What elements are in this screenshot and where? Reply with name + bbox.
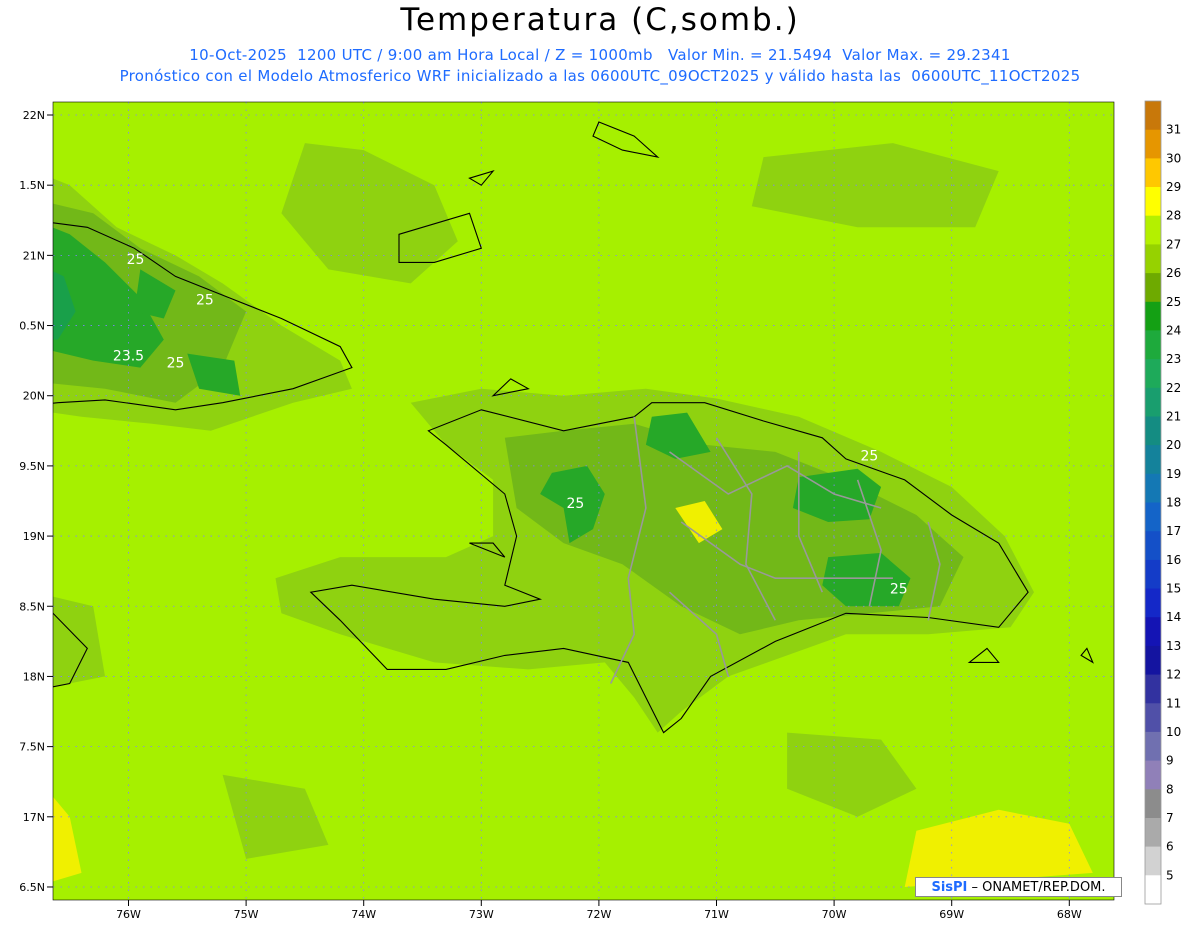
colorbar-level: 12 xyxy=(1166,668,1181,682)
colorbar-swatch xyxy=(1145,416,1161,446)
colorbar-swatch xyxy=(1145,330,1161,360)
lon-tick-label: 76W xyxy=(116,908,141,921)
lat-tick-label: 18N xyxy=(23,670,45,683)
colorbar-swatch xyxy=(1145,502,1161,532)
contour-label: 25 xyxy=(890,582,908,598)
lon-tick-label: 73W xyxy=(469,908,494,921)
colorbar-level: 5 xyxy=(1166,868,1174,882)
colorbar-level: 30 xyxy=(1166,151,1181,165)
colorbar-swatch xyxy=(1145,559,1161,590)
lon-tick-label: 68W xyxy=(1057,908,1082,921)
lat-tick-label: 17N xyxy=(23,811,45,824)
colorbar-swatch xyxy=(1145,359,1161,389)
colorbar-level: 16 xyxy=(1166,553,1181,567)
colorbar-swatch xyxy=(1145,473,1161,503)
contour-label: 25 xyxy=(860,448,878,464)
colorbar-swatch xyxy=(1145,789,1161,819)
colorbar-swatch xyxy=(1145,129,1161,159)
lat-tick-label: 7.5N xyxy=(19,741,45,754)
colorbar-level: 26 xyxy=(1166,266,1181,280)
colorbar-swatch xyxy=(1145,301,1161,331)
colorbar-swatch xyxy=(1145,645,1161,676)
colorbar-swatch xyxy=(1145,244,1161,274)
colorbar-level: 31 xyxy=(1166,123,1181,137)
temperature-map: 25 25 23.5 25 25 25 25 22N 1.5N 21N 0.5N 20N 9.5N 19… xyxy=(19,100,1181,921)
colorbar-swatch xyxy=(1145,731,1161,762)
colorbar-level: 29 xyxy=(1166,180,1181,194)
lat-tick-label: 0.5N xyxy=(19,320,45,333)
colorbar-swatch xyxy=(1145,760,1161,790)
colorbar-level: 14 xyxy=(1166,610,1181,624)
colorbar-swatch xyxy=(1145,588,1161,618)
colorbar-swatch xyxy=(1145,531,1161,561)
credit-badge: SisPI – ONAMET/REP.DOM. xyxy=(915,877,1122,897)
colorbar-level: 18 xyxy=(1166,496,1181,510)
colorbar-level: 24 xyxy=(1166,323,1181,337)
sispi-logo: SisPI xyxy=(931,880,968,895)
lat-tick-label: 21N xyxy=(23,249,45,262)
colorbar-level: 25 xyxy=(1166,295,1181,309)
colorbar-swatch xyxy=(1145,101,1161,131)
lat-tick-label: 6.5N xyxy=(19,881,45,894)
lat-tick-label: 20N xyxy=(23,390,45,403)
colorbar-swatch xyxy=(1145,674,1161,704)
colorbar-swatch xyxy=(1145,445,1161,475)
colorbar-level: 13 xyxy=(1166,639,1181,653)
colorbar-level: 6 xyxy=(1166,840,1174,854)
colorbar-swatch xyxy=(1145,703,1161,733)
colorbar-level: 28 xyxy=(1166,209,1181,223)
lon-tick-label: 71W xyxy=(704,908,729,921)
colorbar-swatch xyxy=(1145,158,1161,188)
lat-tick-label: 1.5N xyxy=(19,179,45,192)
colorbar-swatch xyxy=(1145,273,1161,303)
credit-text: – ONAMET/REP.DOM. xyxy=(967,880,1106,895)
lon-tick-label: 75W xyxy=(234,908,259,921)
colorbar-swatch xyxy=(1145,387,1161,417)
colorbar-level: 17 xyxy=(1166,524,1181,538)
lon-tick-label: 70W xyxy=(822,908,847,921)
contour-label: 23.5 xyxy=(113,349,144,365)
contour-label: 25 xyxy=(566,496,584,512)
colorbar-swatch xyxy=(1145,187,1161,217)
colorbar-level: 7 xyxy=(1166,811,1174,825)
lat-tick-label: 22N xyxy=(23,109,45,122)
lat-tick-label: 8.5N xyxy=(19,600,45,613)
colorbar-level: 22 xyxy=(1166,381,1181,395)
colorbar-level: 20 xyxy=(1166,438,1181,452)
lat-tick-label: 9.5N xyxy=(19,460,45,473)
colorbar-level: 10 xyxy=(1166,725,1181,739)
colorbar-level: 8 xyxy=(1166,782,1174,796)
colorbar-swatch xyxy=(1145,846,1161,876)
colorbar-level: 19 xyxy=(1166,467,1181,481)
lon-tick-label: 74W xyxy=(351,908,376,921)
colorbar-level: 15 xyxy=(1166,582,1181,596)
colorbar-swatch xyxy=(1145,215,1161,245)
colorbar-swatch xyxy=(1145,875,1161,905)
colorbar-level: 27 xyxy=(1166,237,1181,251)
lon-tick-label: 69W xyxy=(939,908,964,921)
lon-tick-label: 72W xyxy=(586,908,611,921)
colorbar-swatch xyxy=(1145,617,1161,647)
contour-label: 25 xyxy=(196,292,214,308)
colorbar-level: 21 xyxy=(1166,410,1181,424)
colorbar-swatch xyxy=(1145,818,1161,848)
colorbar-level: 23 xyxy=(1166,352,1181,366)
contour-label: 25 xyxy=(167,356,185,372)
colorbar-level: 9 xyxy=(1166,754,1174,768)
colorbar-level: 11 xyxy=(1166,696,1181,710)
contour-label: 25 xyxy=(127,252,145,268)
colorbar: 31 30 29 28 27 26 25 24 23 22 21 20 19 18 17 16 15 14 13 12… xyxy=(1144,100,1181,905)
lat-tick-label: 19N xyxy=(23,530,45,543)
